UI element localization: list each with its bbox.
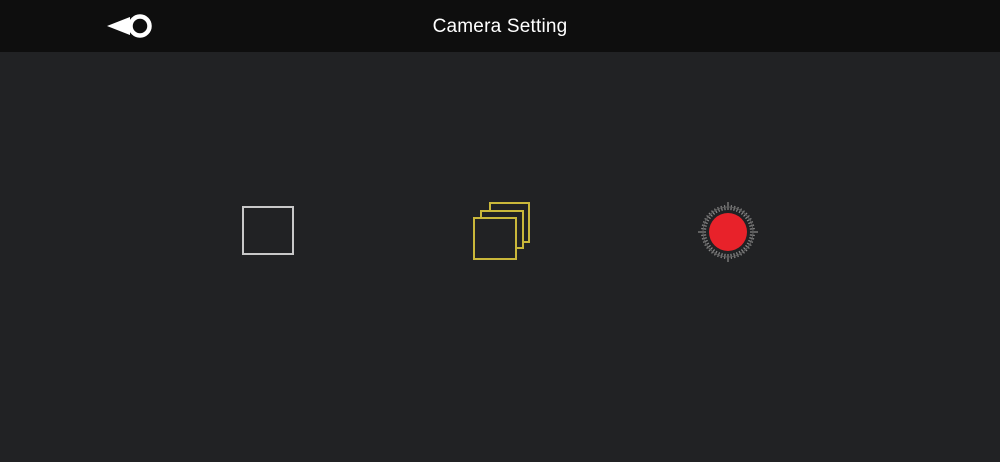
burst-shot-icon: [473, 202, 530, 260]
top-bar: Camera Setting: [0, 0, 1000, 52]
video-record-icon: [698, 202, 758, 262]
back-arrow-circle-icon: [107, 14, 152, 38]
single-shot-button[interactable]: [236, 200, 300, 262]
back-button[interactable]: [104, 11, 156, 41]
single-shot-icon: [242, 206, 294, 255]
video-record-button[interactable]: [696, 200, 760, 264]
shooting-mode-panel: [0, 52, 1000, 462]
burst-shot-button[interactable]: [466, 196, 538, 268]
